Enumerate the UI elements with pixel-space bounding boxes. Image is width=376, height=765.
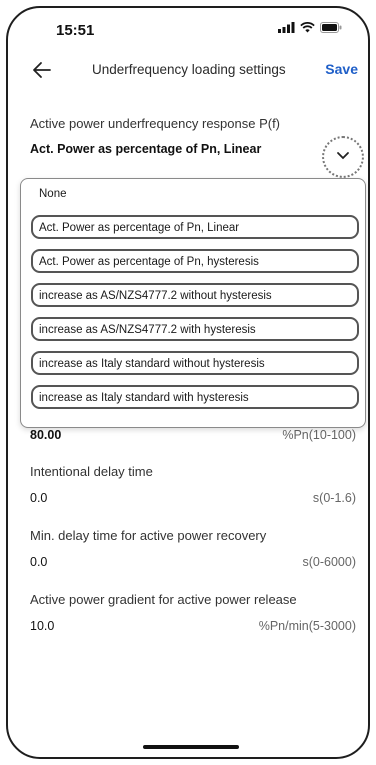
response-label: Active power underfrequency response P(f… (30, 116, 281, 131)
partial-row-range: %Pn(10-100) (282, 428, 356, 442)
gradient-range: %Pn/min(5-3000) (258, 619, 356, 633)
dropdown-option-italy-hysteresis[interactable]: increase as Italy standard with hysteres… (31, 385, 359, 409)
signal-icon (278, 22, 295, 33)
status-icons (278, 22, 342, 33)
recovery-delay-label: Min. delay time for active power recover… (30, 528, 267, 543)
dropdown-option-none[interactable]: None (33, 183, 361, 207)
dropdown-option-pn-hysteresis[interactable]: Act. Power as percentage of Pn, hysteres… (31, 249, 359, 273)
battery-icon (320, 22, 342, 33)
page-title: Underfrequency loading settings (92, 62, 286, 77)
recovery-delay-range: s(0-6000) (302, 555, 357, 569)
dropdown-toggle[interactable] (322, 136, 364, 178)
partial-row-value: 80.00 (30, 428, 62, 442)
status-time: 15:51 (56, 22, 95, 39)
phone-frame: 15:51 Underfrequency loading settings Sa… (6, 6, 370, 759)
nav-bar: Underfrequency loading settings Save (8, 52, 368, 88)
response-selected-value[interactable]: Act. Power as percentage of Pn, Linear (30, 142, 261, 156)
gradient-input[interactable]: 10.0 (30, 619, 54, 633)
chevron-down-icon (337, 152, 349, 160)
intentional-delay-label: Intentional delay time (30, 464, 153, 479)
dropdown-option-asnzs-no-hysteresis[interactable]: increase as AS/NZS4777.2 without hystere… (31, 283, 359, 307)
intentional-delay-input[interactable]: 0.0 (30, 491, 47, 505)
back-arrow-icon[interactable] (30, 58, 54, 82)
dropdown-option-italy-no-hysteresis[interactable]: increase as Italy standard without hyste… (31, 351, 359, 375)
gradient-label: Active power gradient for active power r… (30, 592, 297, 607)
home-indicator[interactable] (143, 745, 239, 749)
dropdown-option-pn-linear[interactable]: Act. Power as percentage of Pn, Linear (31, 215, 359, 239)
dropdown-option-asnzs-hysteresis[interactable]: increase as AS/NZS4777.2 with hysteresis (31, 317, 359, 341)
save-button[interactable]: Save (325, 61, 358, 77)
wifi-icon (300, 22, 315, 33)
intentional-delay-range: s(0-1.6) (312, 491, 356, 505)
status-bar: 15:51 (8, 8, 368, 48)
response-dropdown-menu: None Act. Power as percentage of Pn, Lin… (20, 178, 366, 428)
recovery-delay-input[interactable]: 0.0 (30, 555, 47, 569)
